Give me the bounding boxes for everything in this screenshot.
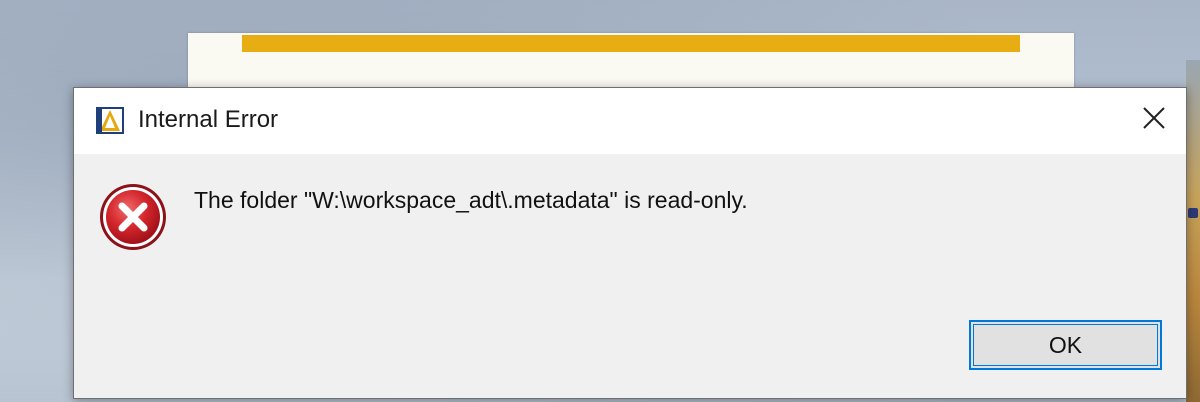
splash-window	[188, 33, 1074, 93]
error-icon	[98, 182, 168, 252]
title-bar[interactable]: Internal Error	[74, 88, 1186, 154]
error-dialog: Internal Error The folder "W:\workspace_…	[73, 87, 1187, 399]
ok-button-label: OK	[1048, 331, 1083, 358]
close-button[interactable]	[1126, 92, 1182, 148]
error-message: The folder "W:\workspace_adt\.metadata" …	[194, 187, 748, 213]
ok-button[interactable]: OK	[969, 320, 1162, 370]
background-window-marker	[1188, 208, 1198, 218]
background-window-edge	[1186, 60, 1200, 402]
splash-progress-bar	[242, 35, 1020, 52]
eclipse-adt-icon	[94, 104, 126, 136]
dialog-title: Internal Error	[138, 106, 279, 133]
close-icon	[1142, 106, 1166, 135]
